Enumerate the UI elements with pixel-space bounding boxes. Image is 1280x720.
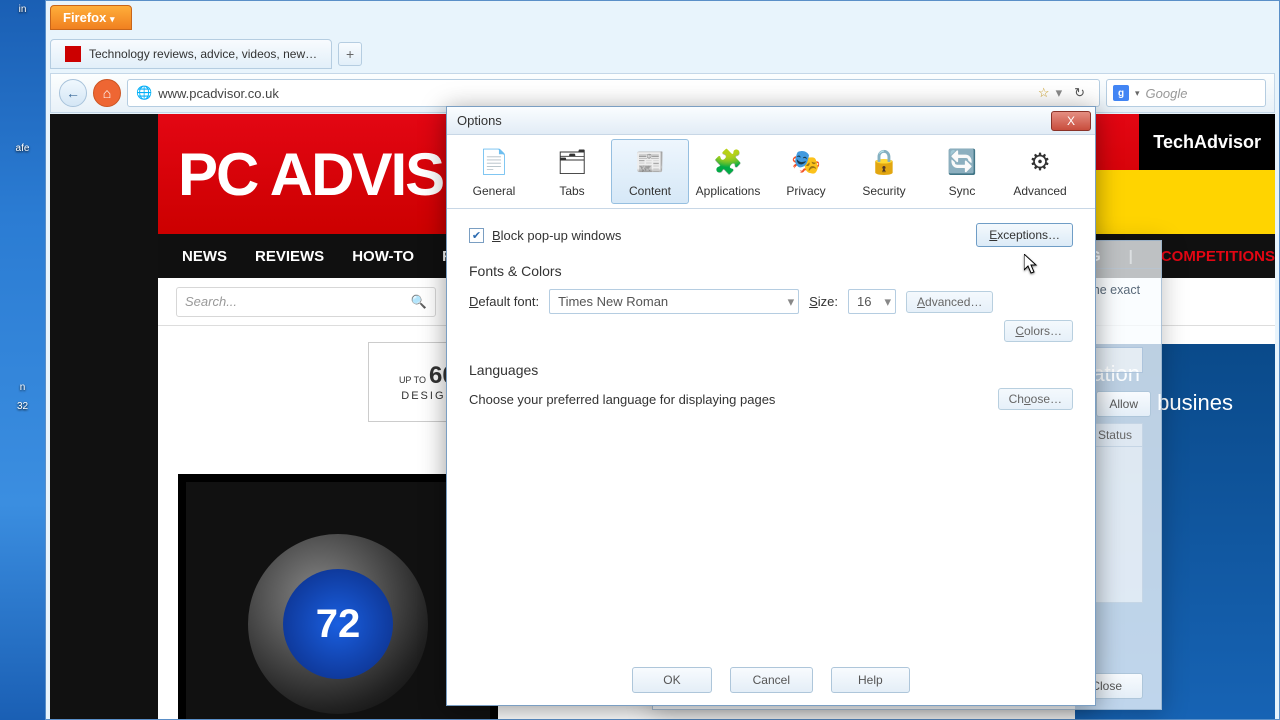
languages-heading: Languages xyxy=(469,362,1073,378)
category-tabs[interactable]: 🗂Tabs xyxy=(533,139,611,204)
colors-button[interactable]: Colors… xyxy=(1004,320,1073,342)
category-privacy[interactable]: 🎭Privacy xyxy=(767,139,845,204)
col-status[interactable]: Status xyxy=(1088,424,1142,446)
techadvisor-logo[interactable]: TechAdvisor xyxy=(1153,132,1261,153)
category-icon: 🎭 xyxy=(789,146,823,180)
category-icon: 🔒 xyxy=(867,146,901,180)
search-bar[interactable]: g ▾ Google xyxy=(1106,79,1266,107)
tab-title: Technology reviews, advice, videos, new… xyxy=(89,47,317,61)
advanced-fonts-button[interactable]: Advanced… xyxy=(906,291,993,313)
new-tab-button[interactable]: + xyxy=(338,42,362,66)
site-logo[interactable]: PC ADVIS xyxy=(178,140,443,209)
desktop-icons: in afe n 32 xyxy=(0,0,45,720)
category-content[interactable]: 📰Content xyxy=(611,139,689,204)
url-bar[interactable]: 🌐 www.pcadvisor.co.uk ☆ ▾ ↻ xyxy=(127,79,1100,107)
options-dialog[interactable]: Options X 📄General🗂Tabs📰Content🧩Applicat… xyxy=(446,106,1096,706)
nav-reviews[interactable]: REVIEWS xyxy=(255,248,324,265)
languages-description: Choose your preferred language for displ… xyxy=(469,392,775,407)
techadvisor-bar: TechAdvisor xyxy=(1139,114,1275,170)
url-text: www.pcadvisor.co.uk xyxy=(158,86,279,101)
google-icon: g xyxy=(1113,85,1129,101)
options-categories: 📄General🗂Tabs📰Content🧩Applications🎭Priva… xyxy=(447,135,1095,209)
yellow-banner xyxy=(1075,170,1275,234)
default-font-label: Default font: xyxy=(469,294,539,309)
reload-button[interactable]: ↻ xyxy=(1068,85,1091,101)
ok-button[interactable]: OK xyxy=(632,667,711,693)
favicon-icon xyxy=(65,46,81,62)
block-popups-checkbox[interactable]: ✔ xyxy=(469,228,484,243)
close-icon[interactable]: X xyxy=(1051,111,1091,131)
cancel-button[interactable]: Cancel xyxy=(730,667,813,693)
home-button[interactable]: ⌂ xyxy=(93,79,121,107)
category-icon: 🔄 xyxy=(945,146,979,180)
help-button[interactable]: Help xyxy=(831,667,910,693)
category-sync[interactable]: 🔄Sync xyxy=(923,139,1001,204)
font-select[interactable]: Times New Roman ▾ xyxy=(549,289,799,314)
category-icon: 🗂 xyxy=(555,146,589,180)
nest-thermostat-icon: 72 xyxy=(248,534,428,714)
fonts-colors-heading: Fonts & Colors xyxy=(469,263,1073,279)
desktop-icon[interactable]: afe xyxy=(0,139,45,158)
category-icon: 📰 xyxy=(633,146,667,180)
nav-news[interactable]: NEWS xyxy=(182,248,227,265)
options-titlebar[interactable]: Options X xyxy=(447,107,1095,135)
dropdown-icon[interactable]: ▾ xyxy=(1056,85,1063,101)
globe-icon: 🌐 xyxy=(136,85,152,101)
desktop-icon[interactable]: in xyxy=(0,0,45,19)
tab-bar: Technology reviews, advice, videos, new…… xyxy=(50,39,1275,69)
nav-competitions[interactable]: COMPETITIONS xyxy=(1161,248,1275,265)
category-advanced[interactable]: ⚙Advanced xyxy=(1001,139,1079,204)
mouse-cursor-icon xyxy=(1024,254,1040,276)
category-icon: ⚙ xyxy=(1023,146,1057,180)
left-ad-rail xyxy=(50,114,158,719)
category-applications[interactable]: 🧩Applications xyxy=(689,139,767,204)
back-button[interactable]: ← xyxy=(59,79,87,107)
desktop-icon[interactable]: 32 xyxy=(0,397,45,416)
search-placeholder: Google xyxy=(1146,86,1188,101)
exceptions-button[interactable]: Exceptions… xyxy=(976,223,1073,247)
size-select[interactable]: 16▾ xyxy=(848,289,896,314)
choose-language-button[interactable]: Choose… xyxy=(998,388,1073,410)
allow-button[interactable]: Allow xyxy=(1096,391,1151,417)
category-icon: 🧩 xyxy=(711,146,745,180)
category-general[interactable]: 📄General xyxy=(455,139,533,204)
nav-howto[interactable]: HOW-TO xyxy=(352,248,414,265)
category-icon: 📄 xyxy=(477,146,511,180)
browser-tab[interactable]: Technology reviews, advice, videos, new… xyxy=(50,39,332,69)
desktop-icon[interactable]: n xyxy=(0,378,45,397)
firefox-menu[interactable]: Firefox ▾ xyxy=(50,5,132,30)
site-search-input[interactable]: Search...🔍 xyxy=(176,287,436,317)
category-security[interactable]: 🔒Security xyxy=(845,139,923,204)
size-label: Size: xyxy=(809,294,838,309)
block-popups-label: Block pop-up windows xyxy=(492,228,621,243)
star-icon[interactable]: ☆ xyxy=(1038,85,1050,101)
